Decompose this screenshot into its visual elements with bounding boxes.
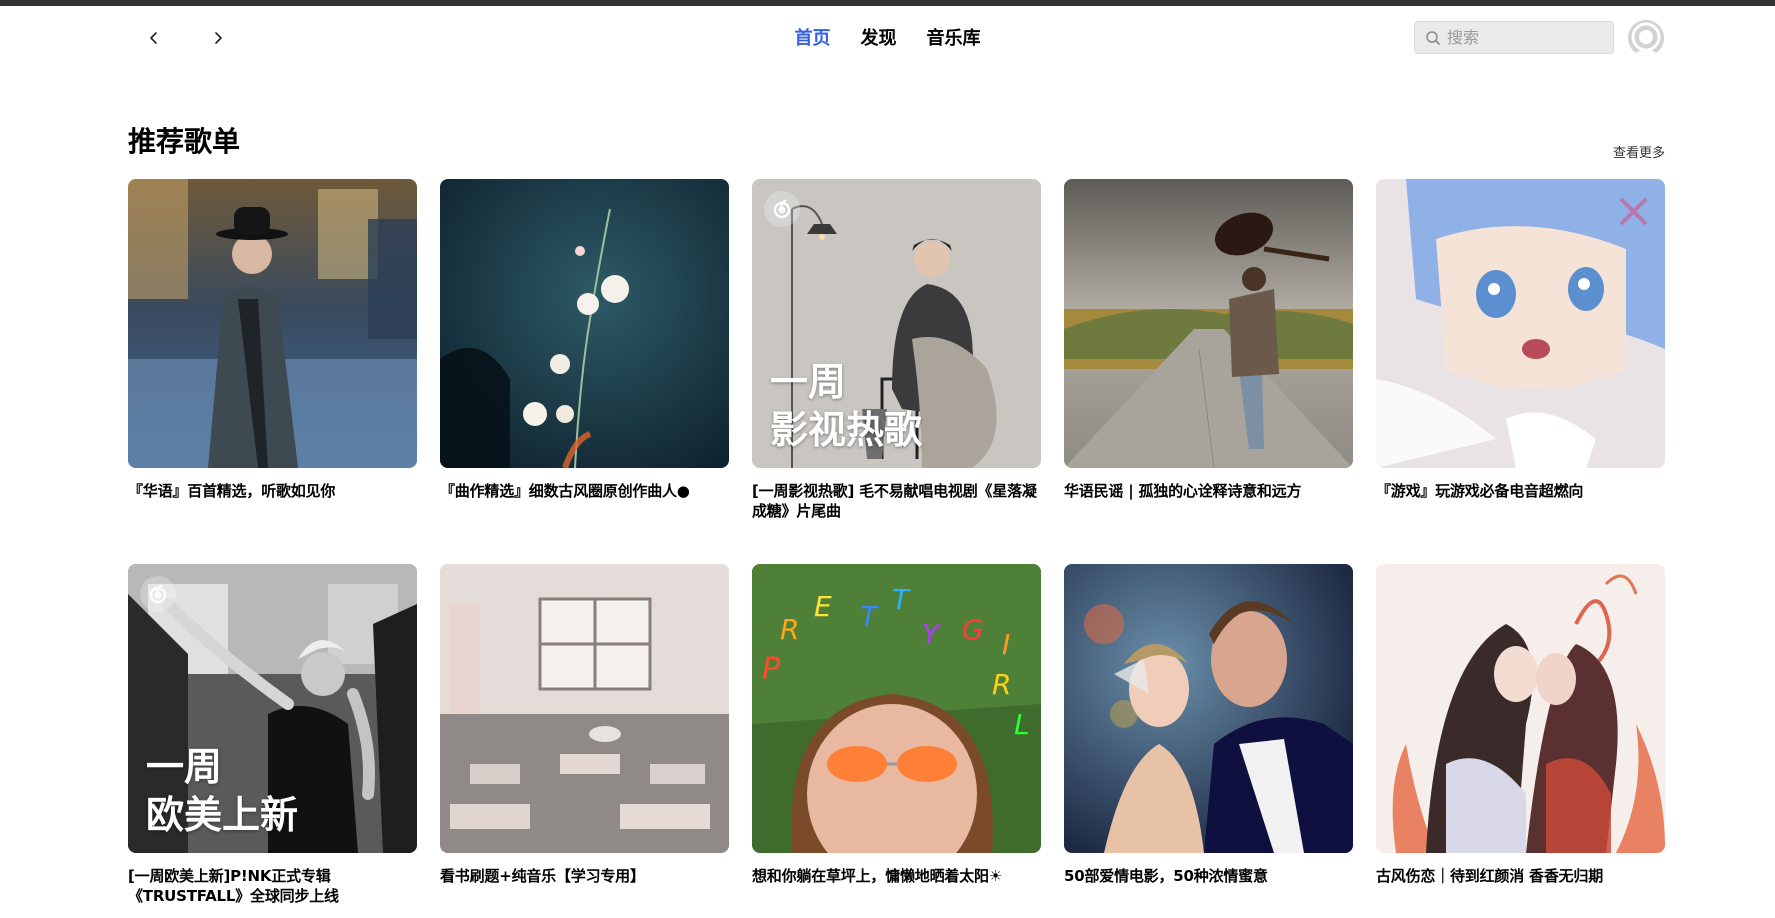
playlist-cover[interactable] bbox=[440, 564, 729, 853]
nav-home[interactable]: 首页 bbox=[795, 26, 831, 52]
svg-text:P: P bbox=[762, 652, 781, 687]
playlist-cover[interactable] bbox=[1064, 564, 1353, 853]
playlist-title[interactable]: 『华语』百首精选，听歌如见你 bbox=[128, 481, 417, 501]
playlist-title[interactable]: 『游戏』玩游戏必备电音超燃向 bbox=[1376, 481, 1665, 501]
playlist-card[interactable]: 50部爱情电影，50种浓情蜜意 bbox=[1064, 564, 1353, 918]
cover-caption-line: 欧美上新 bbox=[146, 793, 299, 837]
playlist-cover[interactable] bbox=[1376, 564, 1665, 853]
netease-logo-icon bbox=[149, 584, 167, 604]
playlist-title[interactable]: 古风伤恋｜待到红颜消 香香无归期 bbox=[1376, 866, 1665, 886]
official-playlist-badge bbox=[764, 191, 800, 227]
nav-discover[interactable]: 发现 bbox=[861, 26, 897, 52]
playlist-title[interactable]: [一周影视热歌] 毛不易献唱电视剧《星落凝成糖》片尾曲 bbox=[752, 481, 1041, 521]
user-avatar-icon bbox=[1628, 20, 1664, 56]
svg-text:G: G bbox=[962, 613, 984, 646]
cover-art-anime-girl bbox=[1376, 179, 1665, 468]
svg-text:R: R bbox=[780, 613, 799, 646]
playlist-grid: 『华语』百首精选，听歌如见你 『曲作精选』细数古风圈原创作曲人● 一周 影视热歌… bbox=[128, 179, 1665, 918]
see-more-link[interactable]: 查看更多 bbox=[1613, 142, 1665, 161]
cover-art-couple bbox=[1064, 564, 1353, 853]
playlist-title[interactable]: 华语民谣 | 孤独的心诠释诗意和远方 bbox=[1064, 481, 1353, 501]
section-title: 推荐歌单 bbox=[128, 125, 241, 158]
playlist-card[interactable]: 『华语』百首精选，听歌如见你 bbox=[128, 179, 417, 564]
cover-art-ancient-lovers bbox=[1376, 564, 1665, 853]
svg-text:R: R bbox=[992, 668, 1011, 701]
cover-art-man-in-hat bbox=[128, 179, 417, 468]
cover-caption-line: 一周 bbox=[770, 360, 847, 404]
cover-art-girl-on-grass: P R E T T Y G I R L bbox=[752, 564, 1041, 853]
playlist-card[interactable]: 『曲作精选』细数古风圈原创作曲人● bbox=[440, 179, 729, 564]
svg-text:Y: Y bbox=[922, 618, 941, 651]
cover-caption-line: 一周 bbox=[146, 745, 223, 789]
cover-art-classroom bbox=[440, 564, 729, 853]
playlist-card[interactable]: 一周 欧美上新 [一周欧美上新]P!NK正式专辑《TRUSTFALL》全球同步上… bbox=[128, 564, 417, 918]
playlist-title[interactable]: 50部爱情电影，50种浓情蜜意 bbox=[1064, 866, 1353, 886]
cover-art-white-flowers bbox=[440, 179, 729, 468]
cover-caption: 一周 影视热歌 bbox=[770, 358, 922, 454]
search-input[interactable] bbox=[1447, 28, 1607, 47]
playlist-cover[interactable] bbox=[128, 179, 417, 468]
search-box[interactable] bbox=[1414, 21, 1614, 54]
nav-library[interactable]: 音乐库 bbox=[927, 26, 981, 52]
playlist-cover[interactable] bbox=[1376, 179, 1665, 468]
user-avatar[interactable] bbox=[1628, 20, 1664, 56]
playlist-card[interactable]: P R E T T Y G I R L 想和你躺在草坪上，慵懒地晒着太阳☀ bbox=[752, 564, 1041, 918]
playlist-card[interactable]: 一周 影视热歌 [一周影视热歌] 毛不易献唱电视剧《星落凝成糖》片尾曲 bbox=[752, 179, 1041, 564]
playlist-title[interactable]: 看书刷题+纯音乐【学习专用】 bbox=[440, 866, 729, 886]
playlist-card[interactable]: 华语民谣 | 孤独的心诠释诗意和远方 bbox=[1064, 179, 1353, 564]
cover-art-guitarist-road bbox=[1064, 179, 1353, 468]
recommended-section-header: 推荐歌单 查看更多 bbox=[128, 124, 1665, 161]
playlist-cover[interactable] bbox=[1064, 179, 1353, 468]
playlist-card[interactable]: 看书刷题+纯音乐【学习专用】 bbox=[440, 564, 729, 918]
playlist-card[interactable]: 古风伤恋｜待到红颜消 香香无归期 bbox=[1376, 564, 1665, 918]
official-playlist-badge bbox=[140, 576, 176, 612]
svg-text:L: L bbox=[1014, 708, 1030, 741]
playlist-cover[interactable]: P R E T T Y G I R L bbox=[752, 564, 1041, 853]
svg-text:T: T bbox=[892, 583, 911, 616]
netease-logo-icon bbox=[773, 199, 791, 219]
playlist-title[interactable]: 想和你躺在草坪上，慵懒地晒着太阳☀ bbox=[752, 866, 1041, 886]
svg-text:I: I bbox=[1002, 628, 1010, 661]
playlist-cover[interactable]: 一周 欧美上新 bbox=[128, 564, 417, 853]
svg-text:T: T bbox=[860, 600, 879, 633]
svg-text:E: E bbox=[814, 590, 832, 623]
playlist-title[interactable]: [一周欧美上新]P!NK正式专辑《TRUSTFALL》全球同步上线 bbox=[128, 866, 417, 906]
cover-caption: 一周 欧美上新 bbox=[146, 743, 298, 839]
playlist-cover[interactable] bbox=[440, 179, 729, 468]
playlist-title[interactable]: 『曲作精选』细数古风圈原创作曲人● bbox=[440, 481, 729, 501]
playlist-card[interactable]: 『游戏』玩游戏必备电音超燃向 bbox=[1376, 179, 1665, 564]
cover-caption-line: 影视热歌 bbox=[770, 408, 923, 452]
playlist-cover[interactable]: 一周 影视热歌 bbox=[752, 179, 1041, 468]
search-icon bbox=[1426, 30, 1440, 45]
top-navbar: 首页 发现 音乐库 bbox=[0, 6, 1775, 70]
